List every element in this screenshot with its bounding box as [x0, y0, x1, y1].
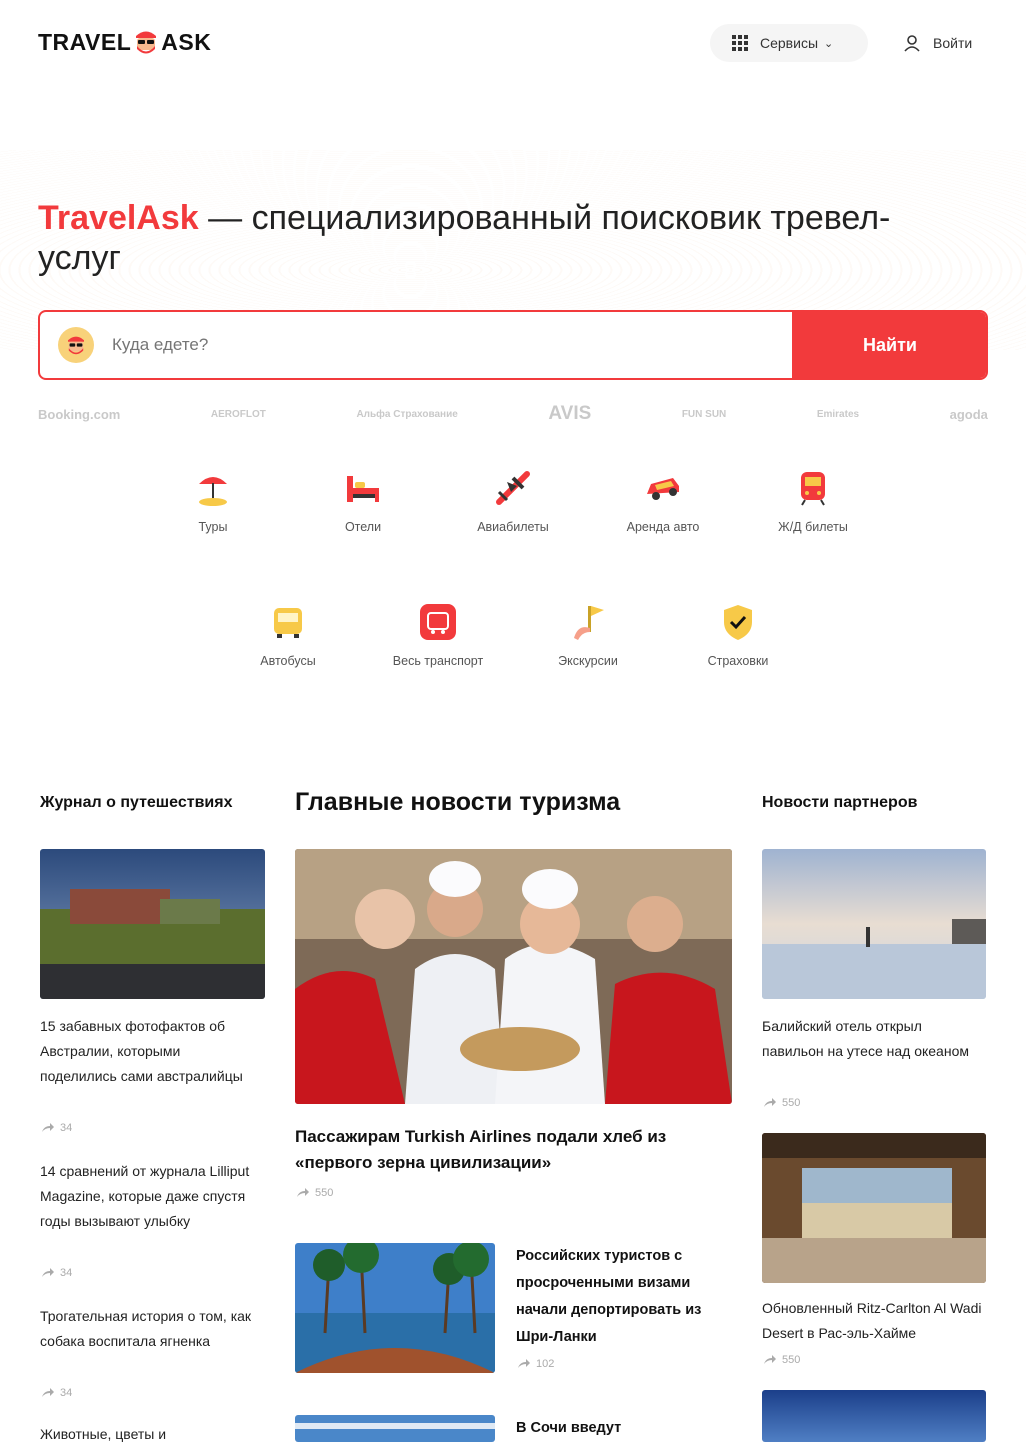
site-header: TRAVEL ASK Сервисы ⌄ Войти	[0, 0, 1026, 86]
bus-icon	[266, 600, 310, 644]
share-count: 550	[764, 1097, 800, 1109]
partner-news-article-2[interactable]: Обновленный Ritz-Carlton Al Wadi Desert …	[762, 1296, 986, 1346]
share-icon	[764, 1355, 776, 1364]
category-excursions[interactable]: Экскурсии	[523, 600, 653, 668]
search-button[interactable]: Найти	[794, 312, 986, 378]
category-label: Отели	[344, 520, 382, 534]
bed-icon	[341, 466, 385, 510]
category-label: Автобусы	[260, 654, 316, 668]
partner-logo-aeroflot: AEROFLOT	[210, 408, 266, 420]
search-field	[40, 312, 794, 378]
search-bar: Найти	[38, 310, 988, 380]
category-buses[interactable]: Автобусы	[223, 600, 353, 668]
share-count: 550	[297, 1187, 333, 1199]
partner-logos: Booking.com AEROFLOT Альфа Страхование A…	[38, 396, 988, 432]
journal-article-4[interactable]: Животные, цветы и	[40, 1424, 265, 1442]
journal-article-2[interactable]: 14 сравнений от журнала Lilliput Magazin…	[40, 1159, 265, 1234]
category-flights[interactable]: Авиабилеты	[448, 466, 578, 534]
share-icon	[42, 1388, 54, 1397]
hero-brand: TravelAsk	[38, 199, 199, 237]
partner-news-image-2[interactable]	[762, 1133, 986, 1283]
mascot-avatar-icon	[58, 327, 94, 363]
partner-news-image-3[interactable]	[762, 1390, 986, 1442]
share-count: 34	[42, 1267, 72, 1279]
category-label: Авиабилеты	[477, 520, 549, 534]
share-icon	[518, 1359, 530, 1368]
journal-thumb-1[interactable]	[40, 849, 265, 999]
grid-icon	[732, 35, 748, 51]
main-news-item-title-1[interactable]: Российских туристов с просроченными виза…	[516, 1243, 731, 1351]
user-icon	[904, 35, 920, 52]
partner-logo-alfa: Альфа Страхование	[356, 408, 458, 420]
journal-article-3[interactable]: Трогательная история о том, как собака в…	[40, 1304, 265, 1354]
category-label: Страховки	[707, 654, 769, 668]
category-label: Весь транспорт	[392, 654, 484, 668]
partner-news-article-1[interactable]: Балийский отель открыл павильон на утесе…	[762, 1014, 977, 1064]
partner-logo-avis: AVIS	[548, 403, 592, 424]
services-button[interactable]: Сервисы ⌄	[710, 24, 868, 62]
logo-text-left: TRAVEL	[38, 28, 132, 55]
main-news-item-title-2[interactable]: В Сочи введут	[516, 1415, 731, 1442]
category-label: Аренда авто	[626, 520, 700, 534]
partner-news-title: Новости партнеров	[762, 794, 918, 811]
logo[interactable]: TRAVEL ASK	[38, 24, 211, 60]
login-button[interactable]: Войти	[903, 30, 972, 56]
logo-text-right: ASK	[161, 28, 212, 55]
transport-icon	[416, 600, 460, 644]
share-count: 102	[518, 1358, 554, 1370]
partner-logo-emirates: Emirates	[816, 408, 860, 420]
services-label: Сервисы	[760, 35, 819, 51]
mascot-icon	[133, 27, 159, 57]
hero-title: TravelAsk — специализированный поисковик…	[38, 198, 968, 278]
share-icon	[297, 1188, 309, 1197]
category-tours[interactable]: Туры	[148, 466, 278, 534]
category-hotels[interactable]: Отели	[298, 466, 428, 534]
main-news-lead-image[interactable]	[295, 849, 732, 1104]
shield-icon	[716, 600, 760, 644]
partner-news-image-1[interactable]	[762, 849, 986, 999]
partner-logo-agoda: agoda	[949, 406, 988, 422]
category-label: Ж/Д билеты	[778, 520, 848, 534]
main-news-item-image-1[interactable]	[295, 1243, 495, 1373]
flag-icon	[566, 600, 610, 644]
train-icon	[791, 466, 835, 510]
journal-title: Журнал о путешествиях	[40, 794, 233, 811]
search-input[interactable]	[112, 335, 612, 355]
category-car-rental[interactable]: Аренда авто	[598, 466, 728, 534]
umbrella-icon	[191, 466, 235, 510]
share-count: 34	[42, 1387, 72, 1399]
share-icon	[764, 1098, 776, 1107]
main-news-title: Главные новости туризма	[295, 788, 621, 816]
category-label: Туры	[198, 520, 228, 534]
category-insurance[interactable]: Страховки	[673, 600, 803, 668]
car-icon	[641, 466, 685, 510]
category-all-transport[interactable]: Весь транспорт	[373, 600, 503, 668]
journal-article-1[interactable]: 15 забавных фотофактов об Австралии, кот…	[40, 1014, 260, 1089]
category-label: Экскурсии	[558, 654, 618, 668]
share-count: 34	[42, 1122, 72, 1134]
category-trains[interactable]: Ж/Д билеты	[748, 466, 878, 534]
chevron-down-icon: ⌄	[824, 37, 834, 50]
share-icon	[42, 1123, 54, 1132]
share-count: 550	[764, 1354, 800, 1366]
share-icon	[42, 1268, 54, 1277]
login-label: Войти	[933, 35, 973, 51]
plane-icon	[491, 466, 535, 510]
partner-logo-booking: Booking.com	[38, 406, 121, 422]
main-news-item-image-2[interactable]	[295, 1415, 495, 1442]
partner-logo-funsun: FUN SUN	[681, 408, 727, 420]
main-news-lead-title[interactable]: Пассажирам Turkish Airlines подали хлеб …	[295, 1124, 715, 1176]
